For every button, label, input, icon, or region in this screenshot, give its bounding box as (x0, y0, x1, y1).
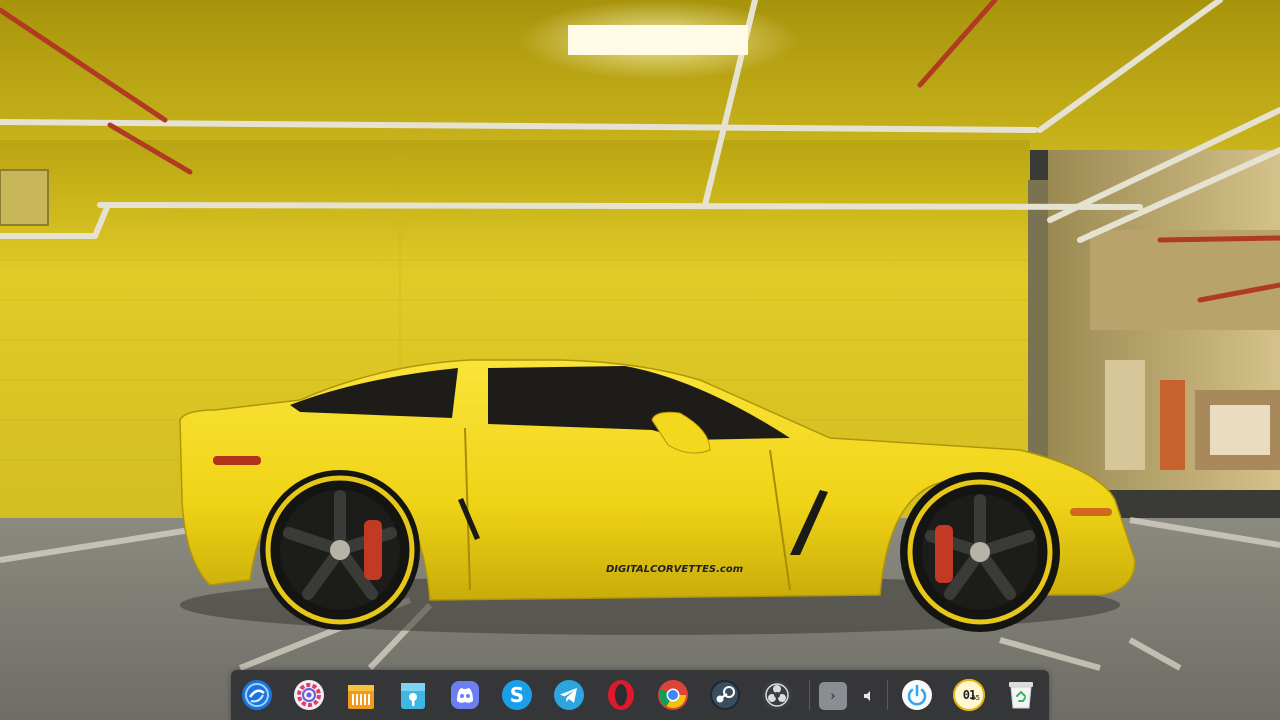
desktop-wallpaper: DIGITALCORVETTES.com (0, 0, 1280, 720)
clock-button[interactable]: 01 35 (953, 679, 985, 711)
discord-button[interactable] (449, 679, 481, 711)
app-store-button[interactable] (345, 679, 377, 711)
opera-button[interactable] (605, 679, 637, 711)
folder-icon (401, 683, 425, 709)
control-center-button[interactable] (293, 679, 325, 711)
obs-icon (762, 680, 792, 710)
discord-icon (451, 681, 479, 709)
dock: S › 01 35 (231, 670, 1049, 720)
dock-separator (809, 680, 810, 710)
trash-button[interactable] (1005, 679, 1037, 711)
volume-icon (864, 691, 870, 701)
steam-icon (710, 680, 740, 710)
svg-text:S: S (510, 683, 524, 707)
car-decal: DIGITALCORVETTES.com (606, 564, 743, 575)
tray-expand-button[interactable]: › (819, 682, 847, 710)
dock-separator (887, 680, 888, 710)
obs-button[interactable] (761, 679, 793, 711)
skype-icon: S (502, 680, 532, 710)
store-bag-icon (348, 685, 374, 709)
power-icon (902, 680, 932, 710)
deepin-logo-icon (242, 680, 272, 710)
launcher-button[interactable] (241, 679, 273, 711)
gear-icon (294, 680, 324, 710)
chrome-button[interactable] (657, 679, 689, 711)
shutdown-button[interactable] (901, 679, 933, 711)
clock-minutes: 35 (971, 694, 980, 702)
telegram-icon (554, 680, 584, 710)
skype-button[interactable]: S (501, 679, 533, 711)
volume-button[interactable] (859, 687, 877, 705)
file-manager-button[interactable] (397, 679, 429, 711)
chrome-icon (658, 680, 688, 710)
telegram-button[interactable] (553, 679, 585, 711)
trash-icon (1009, 682, 1033, 709)
clock-hours: 01 (962, 688, 976, 702)
opera-icon (608, 680, 634, 710)
steam-button[interactable] (709, 679, 741, 711)
